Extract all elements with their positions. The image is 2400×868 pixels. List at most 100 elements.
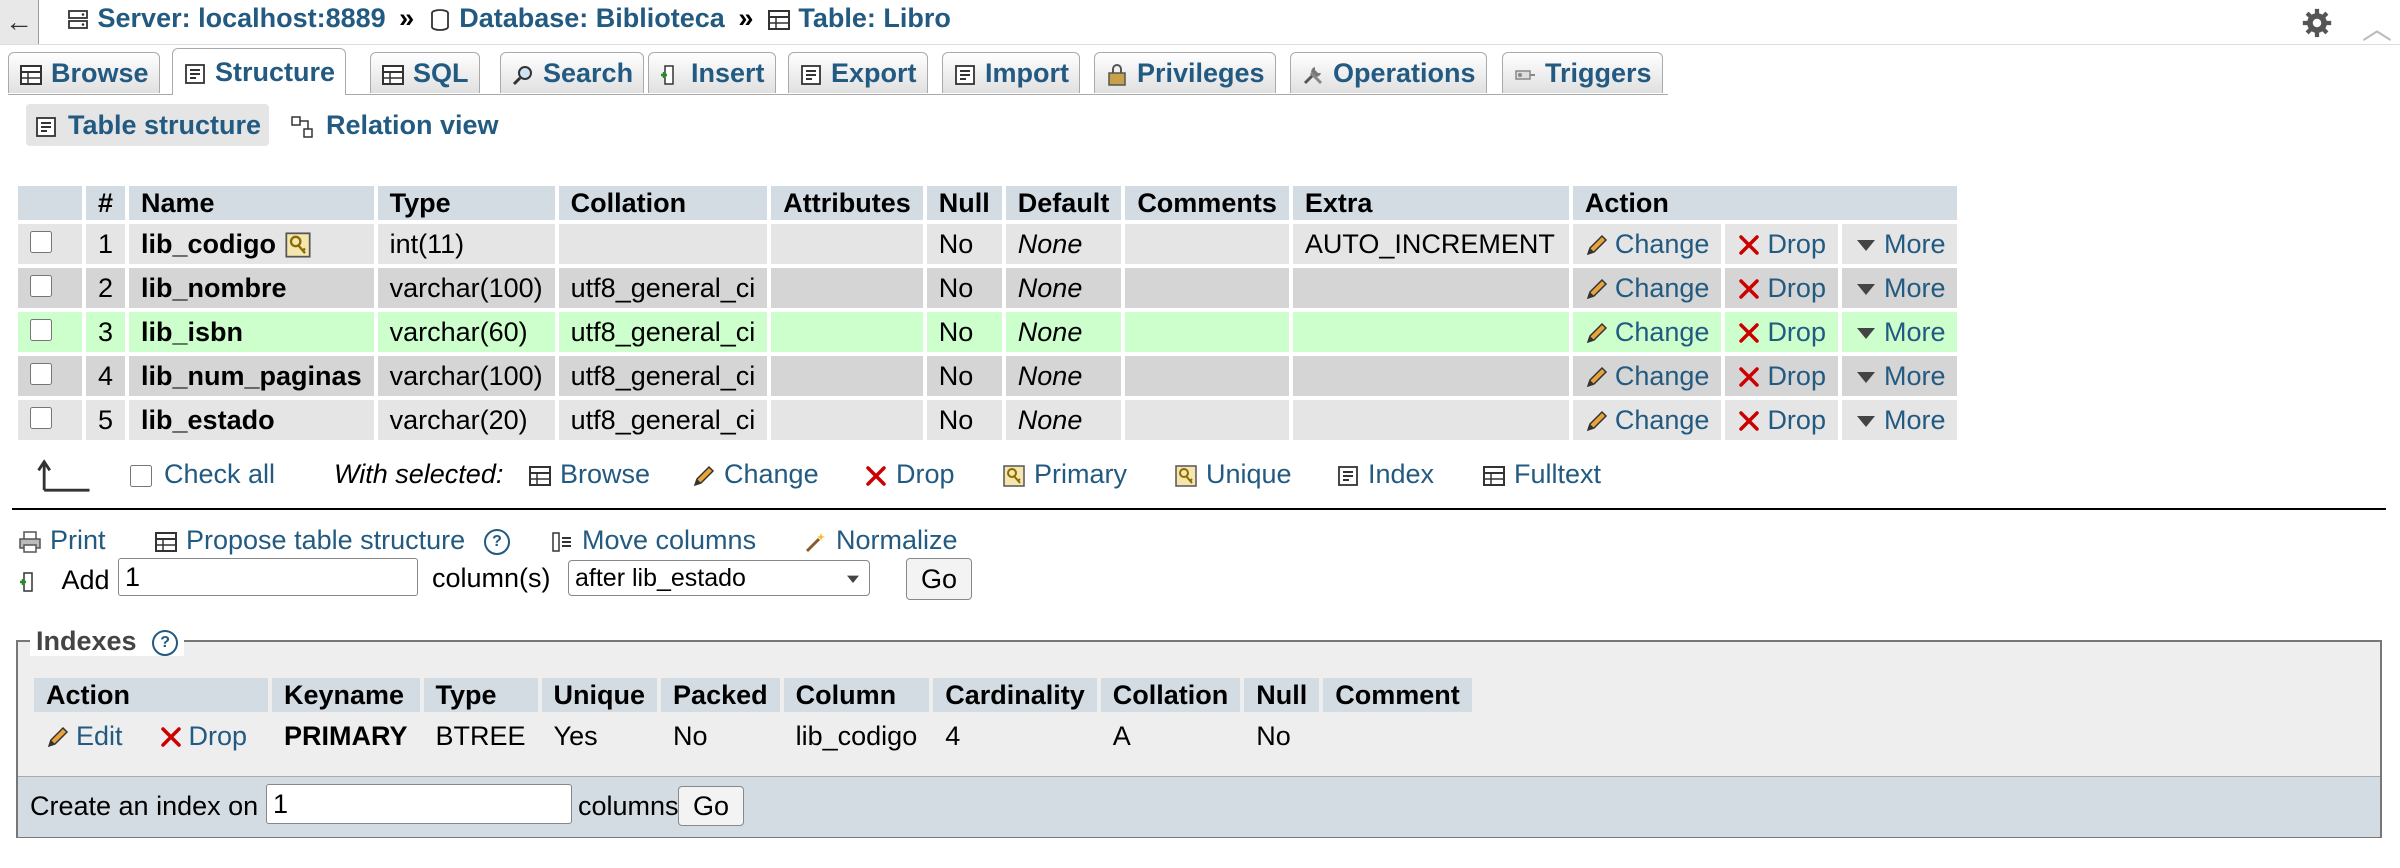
bulk-drop-button[interactable]: Drop — [864, 454, 955, 494]
tab-privileges[interactable]: Privileges — [1094, 52, 1276, 93]
tab-search[interactable]: Search — [500, 52, 645, 93]
drop-x-icon — [864, 464, 888, 488]
row-select-cell[interactable] — [18, 312, 82, 352]
bulk-primary-button[interactable]: Primary — [1002, 454, 1127, 494]
print-link[interactable]: Print — [18, 522, 106, 558]
row-select-checkbox[interactable] — [30, 318, 52, 341]
propose-structure-link[interactable]: Propose table structure — [154, 522, 465, 558]
column-name: lib_nombre — [129, 268, 374, 308]
row-select-cell[interactable] — [18, 224, 82, 264]
column-header: Default — [1005, 186, 1122, 220]
drop-link[interactable]: Drop — [1725, 400, 1838, 440]
tab-operations[interactable]: Operations — [1290, 52, 1487, 93]
column-null: No — [926, 312, 1002, 352]
database-icon — [428, 3, 452, 33]
row-select-checkbox[interactable] — [30, 230, 52, 253]
drop-link[interactable]: Drop — [1725, 268, 1838, 308]
column-header: Keyname — [272, 678, 420, 712]
column-header: Collation — [558, 186, 768, 220]
breadcrumb-table[interactable]: Table: Libro — [798, 3, 951, 33]
column-position-value: after lib_estado — [575, 564, 746, 592]
index-drop-link[interactable]: Drop — [146, 716, 268, 756]
bulk-fulltext-button[interactable]: Fulltext — [1482, 454, 1601, 494]
tab-insert[interactable]: Insert — [648, 52, 776, 93]
bulk-index-button[interactable]: Index — [1336, 454, 1434, 494]
change-link-label: Change — [1614, 228, 1710, 259]
check-all-link[interactable]: Check all — [164, 454, 275, 494]
tab-import[interactable]: Import — [942, 52, 1080, 93]
move-columns-link[interactable]: Move columns — [550, 522, 756, 558]
bulk-change-button[interactable]: Change — [692, 454, 819, 494]
drop-link[interactable]: Drop — [1725, 224, 1838, 264]
column-header: Null — [1244, 678, 1320, 712]
drop-link-label: Drop — [1767, 404, 1826, 435]
row-select-checkbox[interactable] — [30, 406, 52, 429]
column-type-value: varchar(20) — [389, 404, 528, 435]
column-default: None — [1005, 356, 1122, 396]
more-dropdown[interactable]: More — [1841, 400, 1958, 440]
column-comments — [1125, 400, 1289, 440]
change-link[interactable]: Change — [1572, 268, 1722, 308]
index-type: BTREE — [423, 716, 538, 756]
drop-link[interactable]: Drop — [1725, 312, 1838, 352]
bulk-unique-button[interactable]: Unique — [1174, 454, 1292, 494]
tab-sql[interactable]: SQL — [370, 52, 480, 93]
check-all-checkbox[interactable] — [130, 464, 152, 487]
column-collation: utf8_general_ci — [558, 356, 768, 396]
row-select-cell[interactable] — [18, 356, 82, 396]
collapse-chevron-up-icon[interactable]: ︿ — [2362, 4, 2392, 48]
column-null-value: No — [938, 404, 974, 435]
row-select-checkbox[interactable] — [30, 362, 52, 385]
tab-triggers[interactable]: Triggers — [1502, 52, 1663, 93]
row-select-cell[interactable] — [18, 268, 82, 308]
column-collation: utf8_general_ci — [558, 400, 768, 440]
breadcrumb-server[interactable]: Server: localhost:8889 — [98, 3, 386, 33]
tab-browse[interactable]: Browse — [8, 52, 160, 93]
bulk-change-label: Change — [724, 459, 819, 489]
normalize-link[interactable]: Normalize — [804, 522, 958, 558]
change-link[interactable]: Change — [1572, 224, 1722, 264]
help-icon[interactable]: ? — [152, 629, 179, 656]
back-button[interactable]: ← — [0, 0, 39, 44]
subtab-table-structure[interactable]: Table structure — [26, 104, 270, 146]
row-select-cell[interactable] — [18, 400, 82, 440]
column-header: Attributes — [771, 186, 923, 220]
create-index-go-button[interactable]: Go — [678, 786, 744, 826]
more-dropdown[interactable]: More — [1841, 224, 1958, 264]
column-number: 4 — [86, 356, 126, 396]
change-link[interactable]: Change — [1572, 400, 1722, 440]
bulk-browse-button[interactable]: Browse — [528, 454, 650, 494]
fulltext-icon — [1482, 464, 1506, 488]
add-column-go-button[interactable]: Go — [906, 558, 972, 600]
column-position-select[interactable]: after lib_estado — [568, 560, 870, 596]
more-dropdown[interactable]: More — [1841, 268, 1958, 308]
index-cardinality: 4 — [933, 716, 1097, 756]
column-attributes — [771, 312, 923, 352]
column-name: lib_codigo — [129, 224, 374, 264]
change-link[interactable]: Change — [1572, 312, 1722, 352]
column-header: Action — [34, 678, 268, 712]
column-default-value: None — [1017, 404, 1083, 435]
change-link[interactable]: Change — [1572, 356, 1722, 396]
row-select-checkbox[interactable] — [30, 274, 52, 297]
bulk-unique-label: Unique — [1206, 459, 1292, 489]
index-edit-link[interactable]: Edit — [34, 716, 143, 756]
more-dropdown[interactable]: More — [1841, 356, 1958, 396]
add-column-count-input[interactable] — [118, 558, 418, 596]
breadcrumb-database[interactable]: Database: Biblioteca — [459, 3, 725, 33]
more-dropdown[interactable]: More — [1841, 312, 1958, 352]
column-number-value: 4 — [98, 360, 114, 391]
settings-gear-icon[interactable] — [2300, 6, 2334, 40]
subtab-relation-view[interactable]: Relation view — [290, 104, 499, 146]
drop-link[interactable]: Drop — [1725, 356, 1838, 396]
create-index-columns-input[interactable] — [266, 784, 572, 824]
column-collation — [558, 224, 768, 264]
column-type-value: varchar(100) — [389, 360, 543, 391]
index-packed: No — [661, 716, 780, 756]
more-dropdown-label: More — [1883, 272, 1946, 303]
column-number: 2 — [86, 268, 126, 308]
help-icon[interactable]: ? — [484, 522, 510, 558]
tab-structure[interactable]: Structure — [172, 48, 347, 95]
tab-export[interactable]: Export — [788, 52, 928, 93]
column-comments — [1125, 312, 1289, 352]
